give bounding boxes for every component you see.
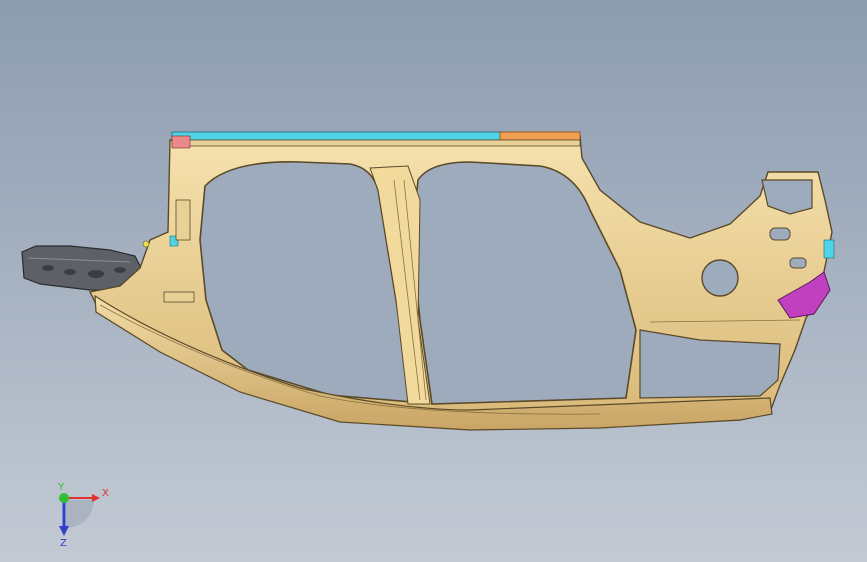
z-arrow-icon [59, 526, 69, 536]
orientation-triad: X Y Z [57, 482, 109, 548]
body-side-panel-model[interactable] [0, 0, 867, 562]
z-axis-label: Z [60, 538, 67, 548]
y-axis-label: Y [57, 482, 65, 493]
x-axis-label: X [102, 488, 109, 499]
roof-rail-strip [171, 131, 581, 149]
triad-plane [66, 500, 94, 528]
y-axis-dot-icon [59, 493, 69, 503]
x-arrow-icon [92, 494, 100, 502]
cad-viewport[interactable]: X Y Z [0, 0, 867, 562]
